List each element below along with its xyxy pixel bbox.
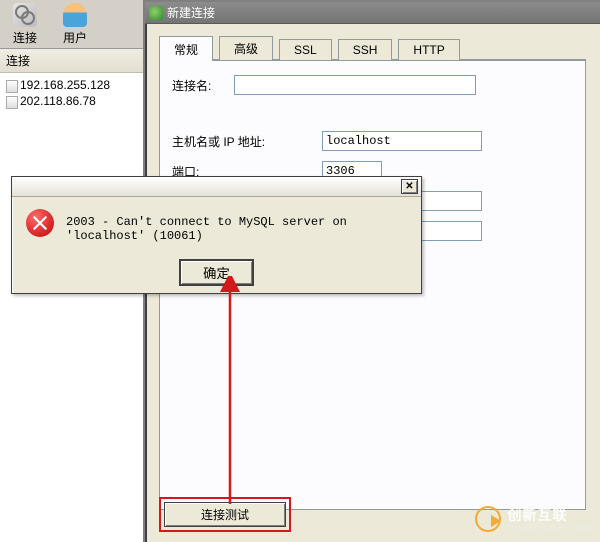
- error-dialog-titlebar[interactable]: ✕: [12, 177, 421, 197]
- tree-item[interactable]: 202.118.86.78: [2, 93, 141, 109]
- connections-sidebar: 连接 192.168.255.128 202.118.86.78: [0, 48, 143, 542]
- watermark-logo-icon: [475, 506, 501, 532]
- app-window-icon: [149, 6, 163, 20]
- error-message: 2003 - Can't connect to MySQL server on …: [66, 209, 407, 243]
- close-icon: ✕: [405, 181, 413, 192]
- error-icon: [26, 209, 54, 237]
- close-button[interactable]: ✕: [401, 179, 418, 194]
- tab-general[interactable]: 常规: [159, 36, 213, 61]
- tab-bar: 常规 高级 SSL SSH HTTP: [159, 38, 586, 60]
- dialog-titlebar[interactable]: 新建连接: [145, 2, 600, 24]
- tab-http[interactable]: HTTP: [398, 39, 459, 60]
- tab-advanced[interactable]: 高级: [219, 36, 273, 60]
- tree-item-label: 192.168.255.128: [20, 78, 110, 92]
- test-connection-button[interactable]: 连接测试: [164, 502, 286, 527]
- tree-item[interactable]: 192.168.255.128: [2, 77, 141, 93]
- user-icon: [63, 3, 87, 27]
- conn-name-label: 连接名:: [172, 77, 234, 94]
- tab-ssl[interactable]: SSL: [279, 39, 332, 60]
- connection-icon: [13, 3, 37, 27]
- sidebar-title: 连接: [0, 49, 143, 73]
- dialog-title: 新建连接: [167, 4, 215, 21]
- tab-ssh[interactable]: SSH: [338, 39, 393, 60]
- watermark-main: 创新互联: [507, 505, 590, 525]
- toolbar-item-connection[interactable]: 连接: [0, 0, 50, 48]
- host-label: 主机名或 IP 地址:: [172, 133, 322, 150]
- watermark-sub: CHUANG XIN HU LIAN: [507, 525, 590, 532]
- error-dialog: ✕ 2003 - Can't connect to MySQL server o…: [11, 176, 422, 294]
- watermark: 创新互联 CHUANG XIN HU LIAN: [475, 505, 590, 532]
- ok-button[interactable]: 确定: [179, 259, 254, 286]
- app-toolbar: 连接 用户: [0, 0, 143, 48]
- connection-tree: 192.168.255.128 202.118.86.78: [0, 73, 143, 113]
- toolbar-item-user[interactable]: 用户: [50, 0, 100, 48]
- toolbar-label: 用户: [63, 29, 87, 46]
- tree-item-label: 202.118.86.78: [20, 94, 96, 108]
- toolbar-label: 连接: [13, 29, 37, 46]
- host-input[interactable]: [322, 131, 482, 151]
- test-button-highlight: 连接测试: [159, 497, 291, 532]
- conn-name-input[interactable]: [234, 75, 476, 95]
